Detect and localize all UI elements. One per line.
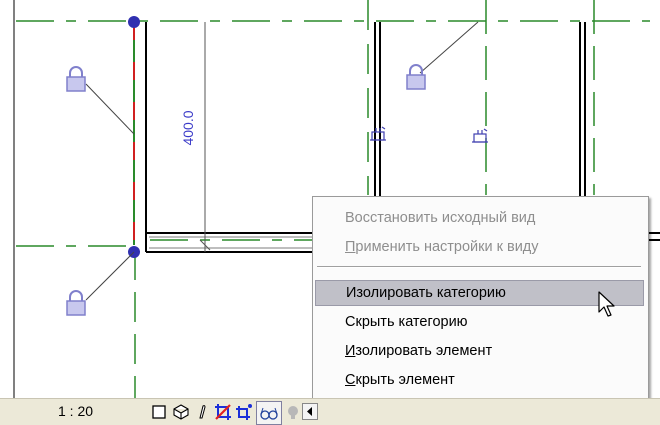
dimension-label[interactable]: 400.0 [180, 110, 196, 145]
reveal-hidden-icon[interactable] [284, 403, 302, 421]
menu-item-label-accel: П [345, 239, 356, 255]
menu-item-label: крыть элемент [355, 372, 455, 388]
menu-item-hide-element[interactable]: Скрыть элемент [315, 367, 644, 393]
mouse-cursor-icon [598, 291, 615, 317]
scroll-left-button[interactable] [302, 403, 318, 420]
lock-icon[interactable] [406, 64, 426, 90]
menu-separator [317, 266, 641, 268]
grid-endpoint[interactable] [128, 16, 140, 28]
detail-level-icon[interactable] [150, 403, 168, 421]
menu-item-label: Восстановить исходный вид [345, 210, 536, 226]
tag-icon[interactable] [472, 128, 488, 143]
lock-icon[interactable] [66, 66, 86, 92]
menu-item-label: золировать элемент [355, 343, 493, 359]
visual-style-icon[interactable] [172, 403, 190, 421]
crop-view-icon[interactable] [214, 403, 232, 421]
menu-item-label: Скрыть категорию [345, 314, 468, 330]
menu-item-restore-view[interactable]: Восстановить исходный вид [315, 205, 644, 231]
sun-path-icon[interactable] [194, 403, 212, 421]
menu-item-label-accel: И [345, 343, 356, 359]
scroll-left-icon [307, 407, 312, 416]
show-crop-icon[interactable] [235, 403, 253, 421]
view-scale[interactable]: 1 : 20 [58, 403, 93, 419]
menu-item-isolate-category[interactable]: Изолировать категорию [315, 280, 644, 306]
temporary-hide-isolate-icon[interactable] [256, 401, 282, 425]
menu-item-label-accel: С [345, 372, 356, 388]
view-control-bar: 1 : 20 [0, 398, 660, 425]
menu-item-isolate-element[interactable]: Изолировать элемент [315, 338, 644, 364]
menu-item-label: рименить настройки к виду [355, 239, 539, 255]
menu-item-apply-view-settings[interactable]: Применить настройки к виду [315, 234, 644, 260]
menu-item-label: Изолировать категорию [346, 285, 506, 301]
lock-icon[interactable] [66, 290, 86, 316]
menu-item-hide-category[interactable]: Скрыть категорию [315, 309, 644, 335]
tag-icon[interactable] [370, 126, 386, 141]
